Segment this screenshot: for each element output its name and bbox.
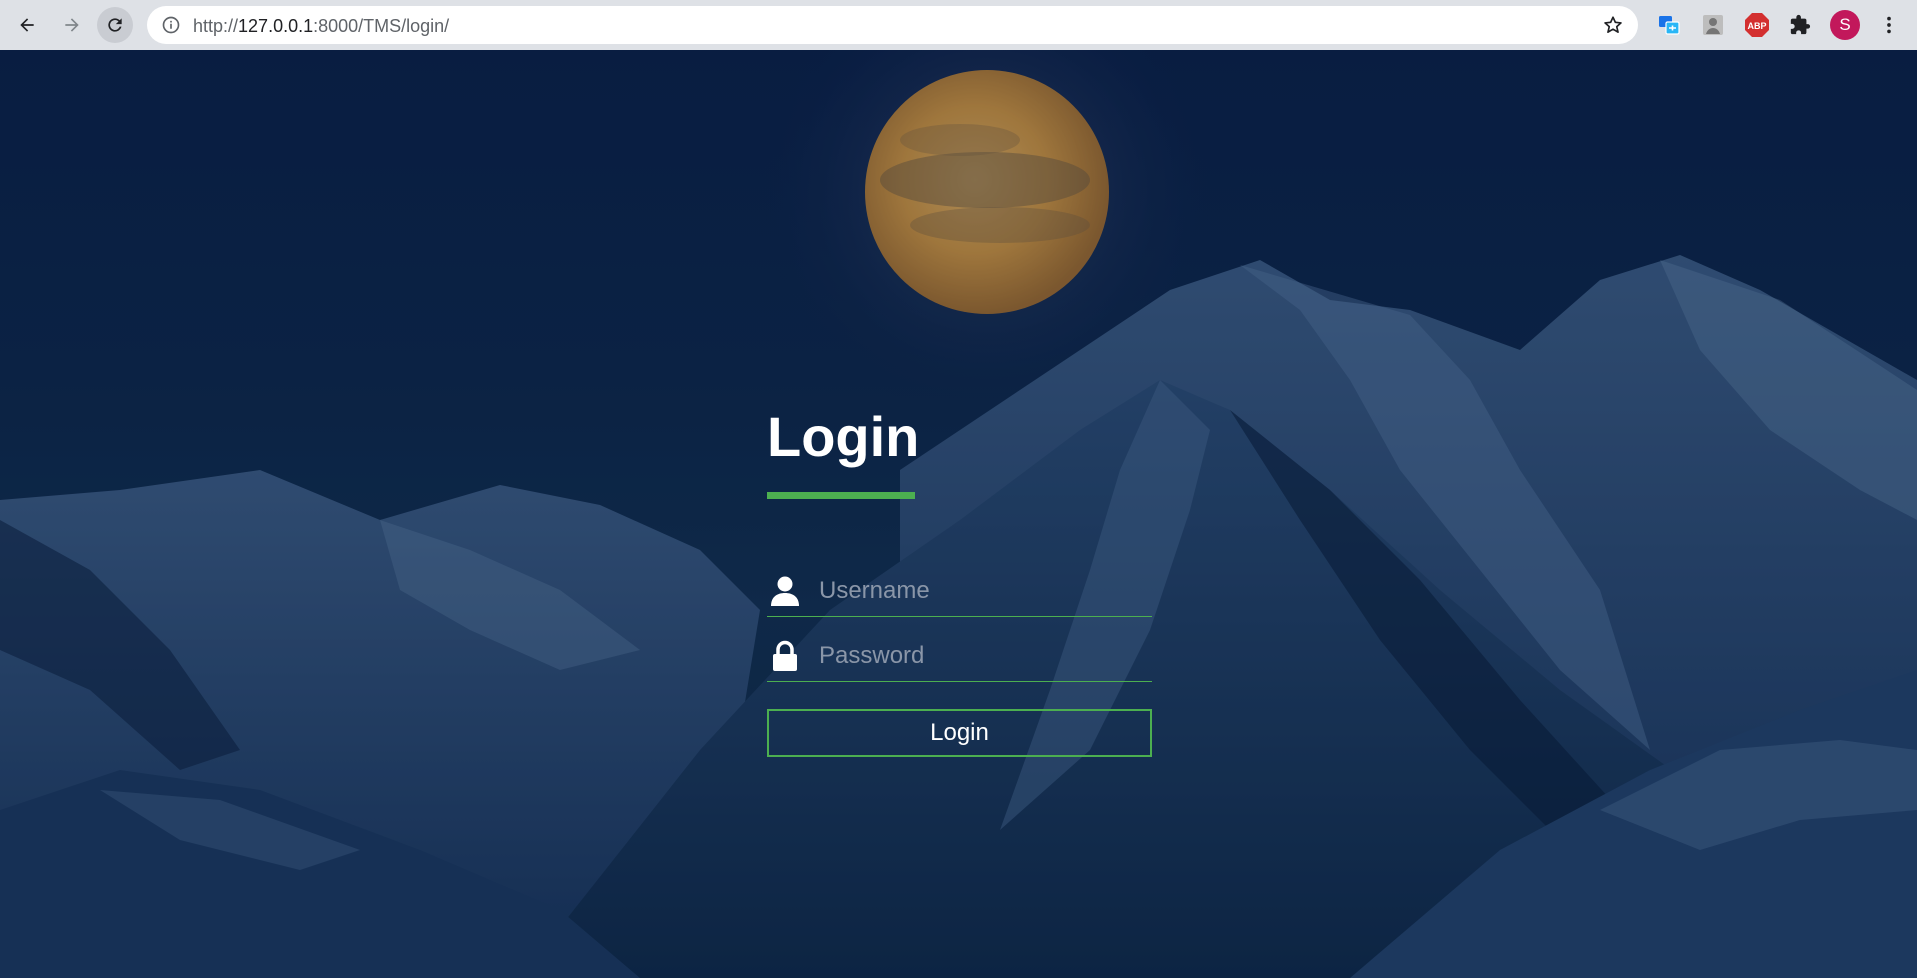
login-form: Login Login (767, 405, 1152, 757)
arrow-right-icon (65, 18, 79, 32)
person-extension-icon (1703, 15, 1723, 35)
abp-label: ABP (1747, 21, 1766, 31)
user-icon (771, 576, 799, 606)
url-prefix: http:// (193, 16, 239, 36)
profile-avatar[interactable]: S (1830, 10, 1860, 40)
login-title: Login (767, 405, 920, 468)
browser-toolbar: http://127.0.0.1:8000/TMS/login/ ABP S (0, 0, 1917, 50)
star-icon[interactable] (1602, 14, 1624, 36)
arrow-left-icon (20, 18, 34, 32)
url-host: 127.0.0.1 (238, 16, 314, 36)
title-underline (767, 492, 915, 499)
lock-icon (773, 640, 797, 671)
login-button[interactable]: Login (767, 709, 1152, 757)
reload-icon (108, 18, 122, 32)
back-button[interactable] (9, 7, 45, 43)
translate-extension-button[interactable] (1656, 12, 1682, 38)
username-input[interactable] (819, 573, 1139, 609)
login-page: Login Login (0, 50, 1917, 978)
browser-menu-button[interactable] (1876, 12, 1902, 38)
avatar-letter: S (1839, 15, 1851, 34)
profile-extension-button[interactable] (1700, 12, 1726, 38)
url-path: :8000/TMS/login/ (313, 16, 450, 36)
reload-button[interactable] (97, 7, 133, 43)
adblock-plus-icon: ABP (1745, 13, 1769, 37)
password-input[interactable] (819, 638, 1139, 674)
username-field[interactable] (767, 569, 1152, 617)
url-text[interactable]: http://127.0.0.1:8000/TMS/login/ (193, 16, 449, 37)
address-bar[interactable]: http://127.0.0.1:8000/TMS/login/ (147, 6, 1638, 44)
adblock-plus-button[interactable]: ABP (1744, 12, 1770, 38)
extensions-button[interactable] (1787, 12, 1813, 38)
password-field[interactable] (767, 634, 1152, 682)
forward-button[interactable] (54, 7, 90, 43)
extensions-puzzle-icon (1790, 14, 1811, 35)
more-vertical-icon (1887, 16, 1891, 34)
translate-extension-icon (1659, 16, 1680, 35)
info-icon[interactable] (161, 15, 181, 35)
